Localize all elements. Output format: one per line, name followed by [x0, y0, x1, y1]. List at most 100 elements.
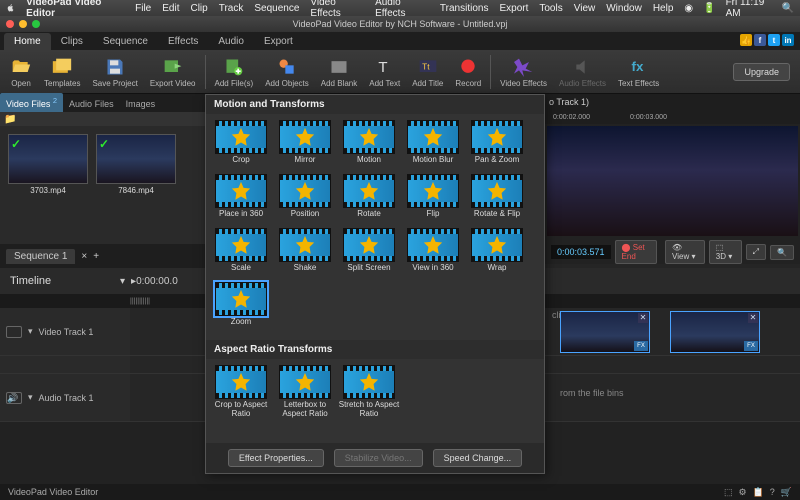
like-icon[interactable]: 👍 — [740, 34, 752, 46]
track-dropdown-icon[interactable]: ▾ — [28, 326, 33, 337]
zoom-out-icon[interactable]: ⤢ — [746, 244, 766, 260]
tab-clips[interactable]: Clips — [51, 33, 93, 50]
timeline-clip[interactable]: ✕ FX — [670, 311, 760, 353]
effect-thumbnail[interactable] — [407, 174, 459, 208]
battery-icon[interactable]: 🔋 — [703, 3, 715, 14]
folder-icon[interactable]: 📁 — [4, 114, 16, 125]
open-button[interactable]: Open — [4, 52, 38, 92]
effect-item[interactable]: Letterbox to Aspect Ratio — [274, 365, 336, 417]
effect-item[interactable]: Shake — [274, 228, 336, 280]
effect-item[interactable]: Stretch to Aspect Ratio — [338, 365, 400, 417]
effect-thumbnail[interactable] — [279, 228, 331, 262]
stabilize-video-button[interactable]: Stabilize Video... — [334, 449, 423, 467]
menu-edit[interactable]: Edit — [162, 3, 179, 14]
effect-thumbnail[interactable] — [343, 120, 395, 154]
clip-fx-badge[interactable]: FX — [744, 341, 758, 351]
status-icon[interactable]: ⬚ — [724, 487, 733, 498]
effect-item[interactable]: Rotate & Flip — [466, 174, 528, 226]
bin-tab-audio[interactable]: Audio Files — [63, 96, 120, 112]
audio-effects-button[interactable]: Audio Effects — [553, 52, 612, 92]
effect-item[interactable]: Motion — [338, 120, 400, 172]
effect-thumbnail[interactable] — [215, 282, 267, 316]
effect-item[interactable]: Zoom — [210, 282, 272, 334]
effect-thumbnail[interactable] — [407, 120, 459, 154]
clip-thumbnail[interactable] — [96, 134, 176, 184]
media-clip[interactable]: 3703.mp4 — [8, 134, 88, 236]
menu-sequence[interactable]: Sequence — [254, 3, 299, 14]
effect-thumbnail[interactable] — [215, 365, 267, 399]
effect-thumbnail[interactable] — [343, 365, 395, 399]
effect-item[interactable]: Rotate — [338, 174, 400, 226]
add-text-button[interactable]: TAdd Text — [363, 52, 406, 92]
effect-item[interactable]: Crop — [210, 120, 272, 172]
add-sequence-button[interactable]: + — [93, 251, 99, 262]
3d-button[interactable]: ⬚ 3D ▾ — [709, 240, 742, 264]
track-dropdown-icon[interactable]: ▾ — [28, 392, 33, 403]
upgrade-button[interactable]: Upgrade — [733, 63, 790, 81]
linkedin-icon[interactable]: in — [782, 34, 794, 46]
effect-thumbnail[interactable] — [279, 365, 331, 399]
add-title-button[interactable]: TtAdd Title — [406, 52, 449, 92]
sequence-tab[interactable]: Sequence 1 — [6, 249, 75, 264]
add-objects-button[interactable]: Add Objects — [259, 52, 315, 92]
menu-track[interactable]: Track — [219, 3, 244, 14]
track-mute-toggle[interactable]: 🔊 — [6, 392, 22, 404]
menu-help[interactable]: Help — [653, 3, 674, 14]
tab-effects[interactable]: Effects — [158, 33, 208, 50]
effect-properties-button[interactable]: Effect Properties... — [228, 449, 324, 467]
add-blank-button[interactable]: Add Blank — [315, 52, 363, 92]
speed-change-button[interactable]: Speed Change... — [433, 449, 523, 467]
bin-tab-video[interactable]: Video Files 2 — [0, 93, 63, 112]
clip-thumbnail[interactable] — [8, 134, 88, 184]
menu-file[interactable]: File — [135, 3, 151, 14]
effect-thumbnail[interactable] — [471, 228, 523, 262]
save-project-button[interactable]: Save Project — [86, 52, 143, 92]
close-tab-icon[interactable]: × — [81, 251, 87, 262]
menu-view[interactable]: View — [574, 3, 596, 14]
tab-home[interactable]: Home — [4, 33, 51, 50]
add-files-button[interactable]: Add File(s) — [209, 52, 260, 92]
record-button[interactable]: Record — [449, 52, 487, 92]
effect-item[interactable]: Pan & Zoom — [466, 120, 528, 172]
effect-item[interactable]: Position — [274, 174, 336, 226]
templates-button[interactable]: Templates — [38, 52, 86, 92]
menu-tools[interactable]: Tools — [539, 3, 562, 14]
bin-tab-images[interactable]: Images — [120, 96, 162, 112]
menu-transitions[interactable]: Transitions — [440, 3, 489, 14]
effect-item[interactable]: Flip — [402, 174, 464, 226]
effect-thumbnail[interactable] — [471, 120, 523, 154]
preview-viewport[interactable] — [547, 126, 798, 236]
search-icon[interactable]: 🔍 — [782, 3, 794, 14]
menu-window[interactable]: Window — [606, 3, 642, 14]
video-effects-button[interactable]: Video Effects — [494, 52, 553, 92]
close-button[interactable] — [6, 20, 14, 28]
set-end-button[interactable]: ⬤ Set End — [615, 240, 657, 264]
effect-thumbnail[interactable] — [215, 174, 267, 208]
clip-close-icon[interactable]: ✕ — [638, 313, 648, 323]
menu-export[interactable]: Export — [499, 3, 528, 14]
effect-thumbnail[interactable] — [279, 174, 331, 208]
export-video-button[interactable]: Export Video — [144, 52, 202, 92]
timecode-display[interactable]: 0:00:03.571 — [551, 245, 611, 259]
timeline-label[interactable]: Timeline — [0, 275, 120, 287]
effect-item[interactable]: Mirror — [274, 120, 336, 172]
effect-thumbnail[interactable] — [215, 120, 267, 154]
effect-item[interactable]: Scale — [210, 228, 272, 280]
twitter-icon[interactable]: t — [768, 34, 780, 46]
minimize-button[interactable] — [19, 20, 27, 28]
effect-item[interactable]: Crop to Aspect Ratio — [210, 365, 272, 417]
preview-tab[interactable]: o Track 1) — [549, 97, 589, 107]
clip-close-icon[interactable]: ✕ — [748, 313, 758, 323]
facebook-icon[interactable]: f — [754, 34, 766, 46]
menu-clip[interactable]: Clip — [190, 3, 207, 14]
zoom-button[interactable] — [32, 20, 40, 28]
track-visibility-toggle[interactable] — [6, 326, 22, 338]
media-clip[interactable]: 7846.mp4 — [96, 134, 176, 236]
wifi-icon[interactable]: ◉ — [684, 3, 693, 14]
effect-thumbnail[interactable] — [279, 120, 331, 154]
timeline-clip[interactable]: ✕FX — [560, 311, 650, 353]
effect-item[interactable]: Split Screen — [338, 228, 400, 280]
tab-audio[interactable]: Audio — [208, 33, 254, 50]
view-button[interactable]: 👁 View ▾ — [665, 240, 705, 264]
effect-item[interactable]: Wrap — [466, 228, 528, 280]
